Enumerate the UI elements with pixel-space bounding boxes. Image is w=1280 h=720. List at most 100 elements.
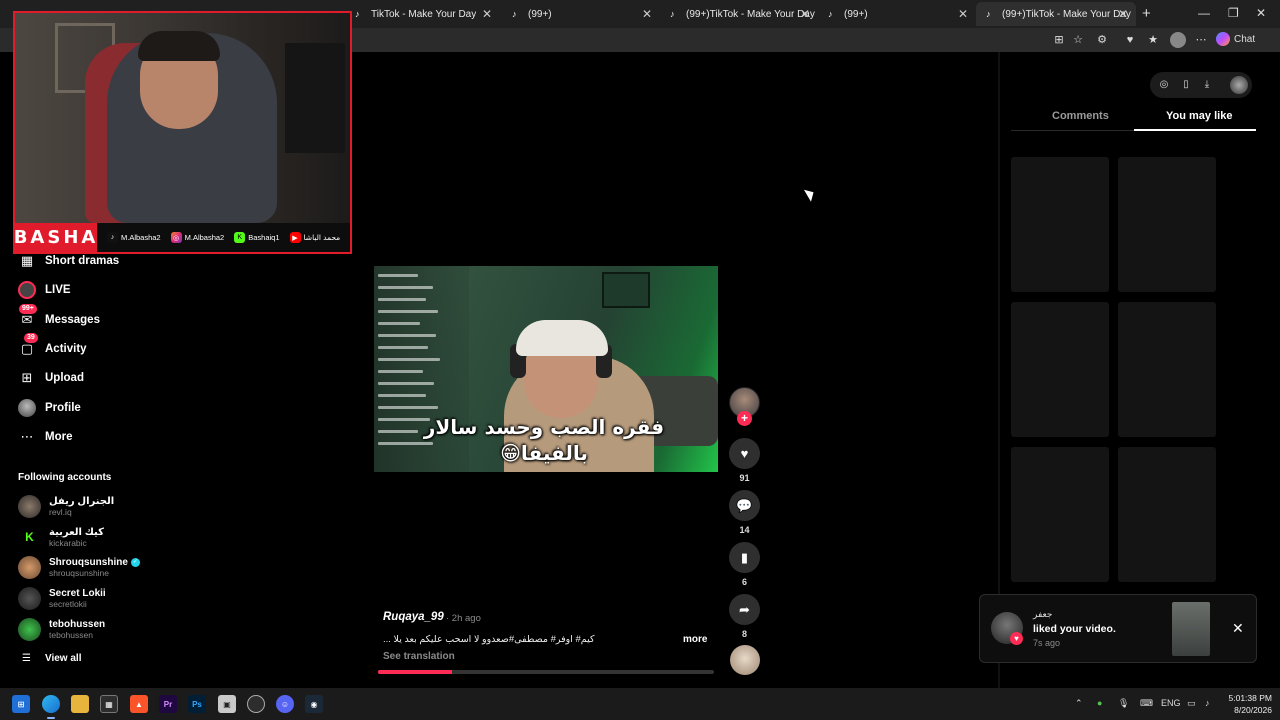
browser-tab-3[interactable]: ♪ (99+)TikTok - Make Your Day ✕: [660, 2, 818, 26]
following-account[interactable]: Shrouqsunshine ✓ shrouqsunshine: [18, 554, 140, 580]
view-all-button[interactable]: ☰ View all: [22, 653, 81, 664]
see-translation-button[interactable]: See translation: [383, 651, 455, 662]
volume-icon[interactable]: ♪: [1205, 698, 1210, 708]
save-button[interactable]: ▮: [729, 542, 760, 573]
video-thumbnail-placeholder[interactable]: [1118, 447, 1216, 582]
address-bar[interactable]: [340, 31, 1040, 49]
tray-app-icon[interactable]: ●: [1097, 698, 1102, 708]
close-tab-icon[interactable]: ✕: [958, 7, 968, 21]
premiere-pro-icon[interactable]: Pr: [159, 695, 177, 713]
keyboard-icon[interactable]: ⌨: [1140, 698, 1153, 709]
close-icon[interactable]: ✕: [1232, 620, 1244, 637]
share-button[interactable]: ➦: [729, 594, 760, 625]
video-player[interactable]: فقره الصب وحسد سالار بالفيفا😁: [374, 266, 718, 472]
sidebar-item-messages[interactable]: ✉ 99+ Messages: [17, 304, 100, 331]
following-account[interactable]: tebohussen tebohussen: [18, 616, 105, 642]
photoshop-icon[interactable]: Ps: [188, 695, 206, 713]
comment-button[interactable]: 💬: [729, 490, 760, 521]
video-thumbnail-placeholder[interactable]: [1011, 302, 1109, 437]
following-account[interactable]: K كيك العربية kickarabic: [18, 524, 104, 550]
browser-profile-avatar[interactable]: [1170, 32, 1186, 48]
maximize-icon[interactable]: ❐: [1228, 6, 1239, 20]
browser-tab-4[interactable]: ♪ (99+) ✕: [818, 2, 976, 26]
tab-comments[interactable]: Comments: [1052, 110, 1109, 122]
stream-brand: BASHA: [15, 223, 97, 252]
brave-icon[interactable]: ▲: [130, 695, 148, 713]
sidebar-item-activity[interactable]: ▢ 39 Activity: [17, 333, 87, 360]
store-icon[interactable]: ▦: [100, 695, 118, 713]
social-handle: K Bashaiq1: [234, 232, 280, 243]
close-tab-icon[interactable]: ✕: [1118, 7, 1128, 21]
close-tab-icon[interactable]: ✕: [482, 7, 492, 21]
split-screen-icon[interactable]: ⊞: [1052, 33, 1066, 47]
youtube-icon: ▶: [289, 232, 301, 243]
account-name: كيك العربية: [49, 526, 104, 538]
following-account[interactable]: الجنرال ريفل revl.iq: [18, 493, 114, 519]
more-button[interactable]: more: [683, 634, 707, 645]
edge-browser-icon[interactable]: [42, 695, 60, 719]
favorite-star-icon[interactable]: ☆: [1071, 33, 1085, 47]
account-handle: secretlokii: [49, 598, 87, 609]
new-tab-button[interactable]: +: [1142, 5, 1151, 22]
sidebar-item-live[interactable]: LIVE: [17, 279, 71, 301]
following-account[interactable]: Secret Lokii secretlokii: [18, 585, 106, 611]
sidebar-item-upload[interactable]: ⊞ Upload: [17, 367, 84, 389]
kick-icon: K: [18, 525, 41, 549]
more-menu-icon[interactable]: ⋯: [1194, 33, 1208, 47]
steam-icon[interactable]: ◉: [305, 695, 323, 713]
account-handle: kickarabic: [49, 537, 87, 548]
video-thumbnail-placeholder[interactable]: [1118, 157, 1216, 292]
upload-icon: ⊞: [21, 370, 33, 385]
notification-message: liked your video.: [1033, 623, 1116, 635]
sidebar-item-label: LIVE: [45, 284, 71, 296]
account-name: Secret Lokii: [49, 587, 106, 599]
language-indicator[interactable]: ENG: [1161, 698, 1181, 708]
download-icon[interactable]: ⤓: [1201, 79, 1213, 91]
obs-icon[interactable]: [247, 695, 265, 713]
video-author[interactable]: Ruqaya_99: [383, 611, 444, 623]
like-button[interactable]: ♥: [729, 438, 760, 469]
favorites-icon[interactable]: ★: [1146, 33, 1160, 47]
tray-chevron-icon[interactable]: ⌃: [1075, 698, 1083, 709]
browser-tab-2[interactable]: ♪ (99+) ✕: [502, 2, 660, 26]
close-tab-icon[interactable]: ✕: [800, 7, 810, 21]
browser-essentials-icon[interactable]: ♥: [1123, 33, 1137, 47]
network-icon[interactable]: ▭: [1187, 698, 1196, 709]
sidebar-item-label: Upload: [45, 372, 84, 384]
phone-icon[interactable]: ▯: [1180, 79, 1192, 91]
app-icon[interactable]: ▣: [218, 695, 236, 713]
browser-tab-1[interactable]: ♪ TikTok - Make Your Day ✕: [345, 2, 500, 26]
windows-start-icon[interactable]: ⊞: [12, 695, 30, 713]
sidebar-item-more[interactable]: ⋯ More: [17, 426, 73, 448]
video-description: كيم# اوفر# مصطفى#صعدوو لا اسحب عليكم بعد…: [383, 634, 595, 645]
comment-count: 14: [739, 525, 750, 535]
sidebar-item-profile[interactable]: Profile: [17, 397, 81, 419]
tab-title: TikTok - Make Your Day: [371, 8, 477, 20]
video-thumbnail-placeholder[interactable]: [1011, 157, 1109, 292]
user-avatar[interactable]: [1230, 76, 1248, 94]
sidebar-item-label: Activity: [45, 343, 87, 355]
video-progress-bar[interactable]: [378, 670, 714, 674]
more-icon: ⋯: [20, 429, 34, 444]
heart-icon: ♥: [1010, 632, 1023, 645]
browser-tab-5[interactable]: ♪ (99+)TikTok - Make Your Day ✕: [976, 2, 1136, 26]
file-explorer-icon[interactable]: [71, 695, 89, 713]
avatar: [18, 586, 41, 610]
close-tab-icon[interactable]: ✕: [642, 7, 652, 21]
sound-avatar[interactable]: [730, 645, 760, 675]
tiktok-icon: ♪: [986, 9, 991, 19]
minimize-icon[interactable]: —: [1198, 6, 1210, 20]
follow-button[interactable]: +: [737, 411, 752, 426]
microphone-icon[interactable]: 🎙: [1118, 698, 1129, 709]
video-thumbnail-placeholder[interactable]: [1118, 302, 1216, 437]
compass-icon[interactable]: ◎: [1158, 79, 1170, 91]
extensions-icon[interactable]: ⚙: [1095, 33, 1109, 47]
system-clock[interactable]: 5:01:38 PM 8/20/2026: [1222, 692, 1272, 716]
video-thumbnail-placeholder[interactable]: [1011, 447, 1109, 582]
close-window-icon[interactable]: ✕: [1256, 6, 1266, 20]
like-notification[interactable]: ♥ جعفر liked your video. 7s ago ✕: [979, 594, 1257, 663]
discord-icon[interactable]: ☺: [276, 695, 294, 713]
copilot-chat-button[interactable]: Chat: [1216, 32, 1255, 46]
tab-title: (99+)TikTok - Make Your Day: [686, 8, 815, 20]
tab-you-may-like[interactable]: You may like: [1166, 110, 1232, 122]
